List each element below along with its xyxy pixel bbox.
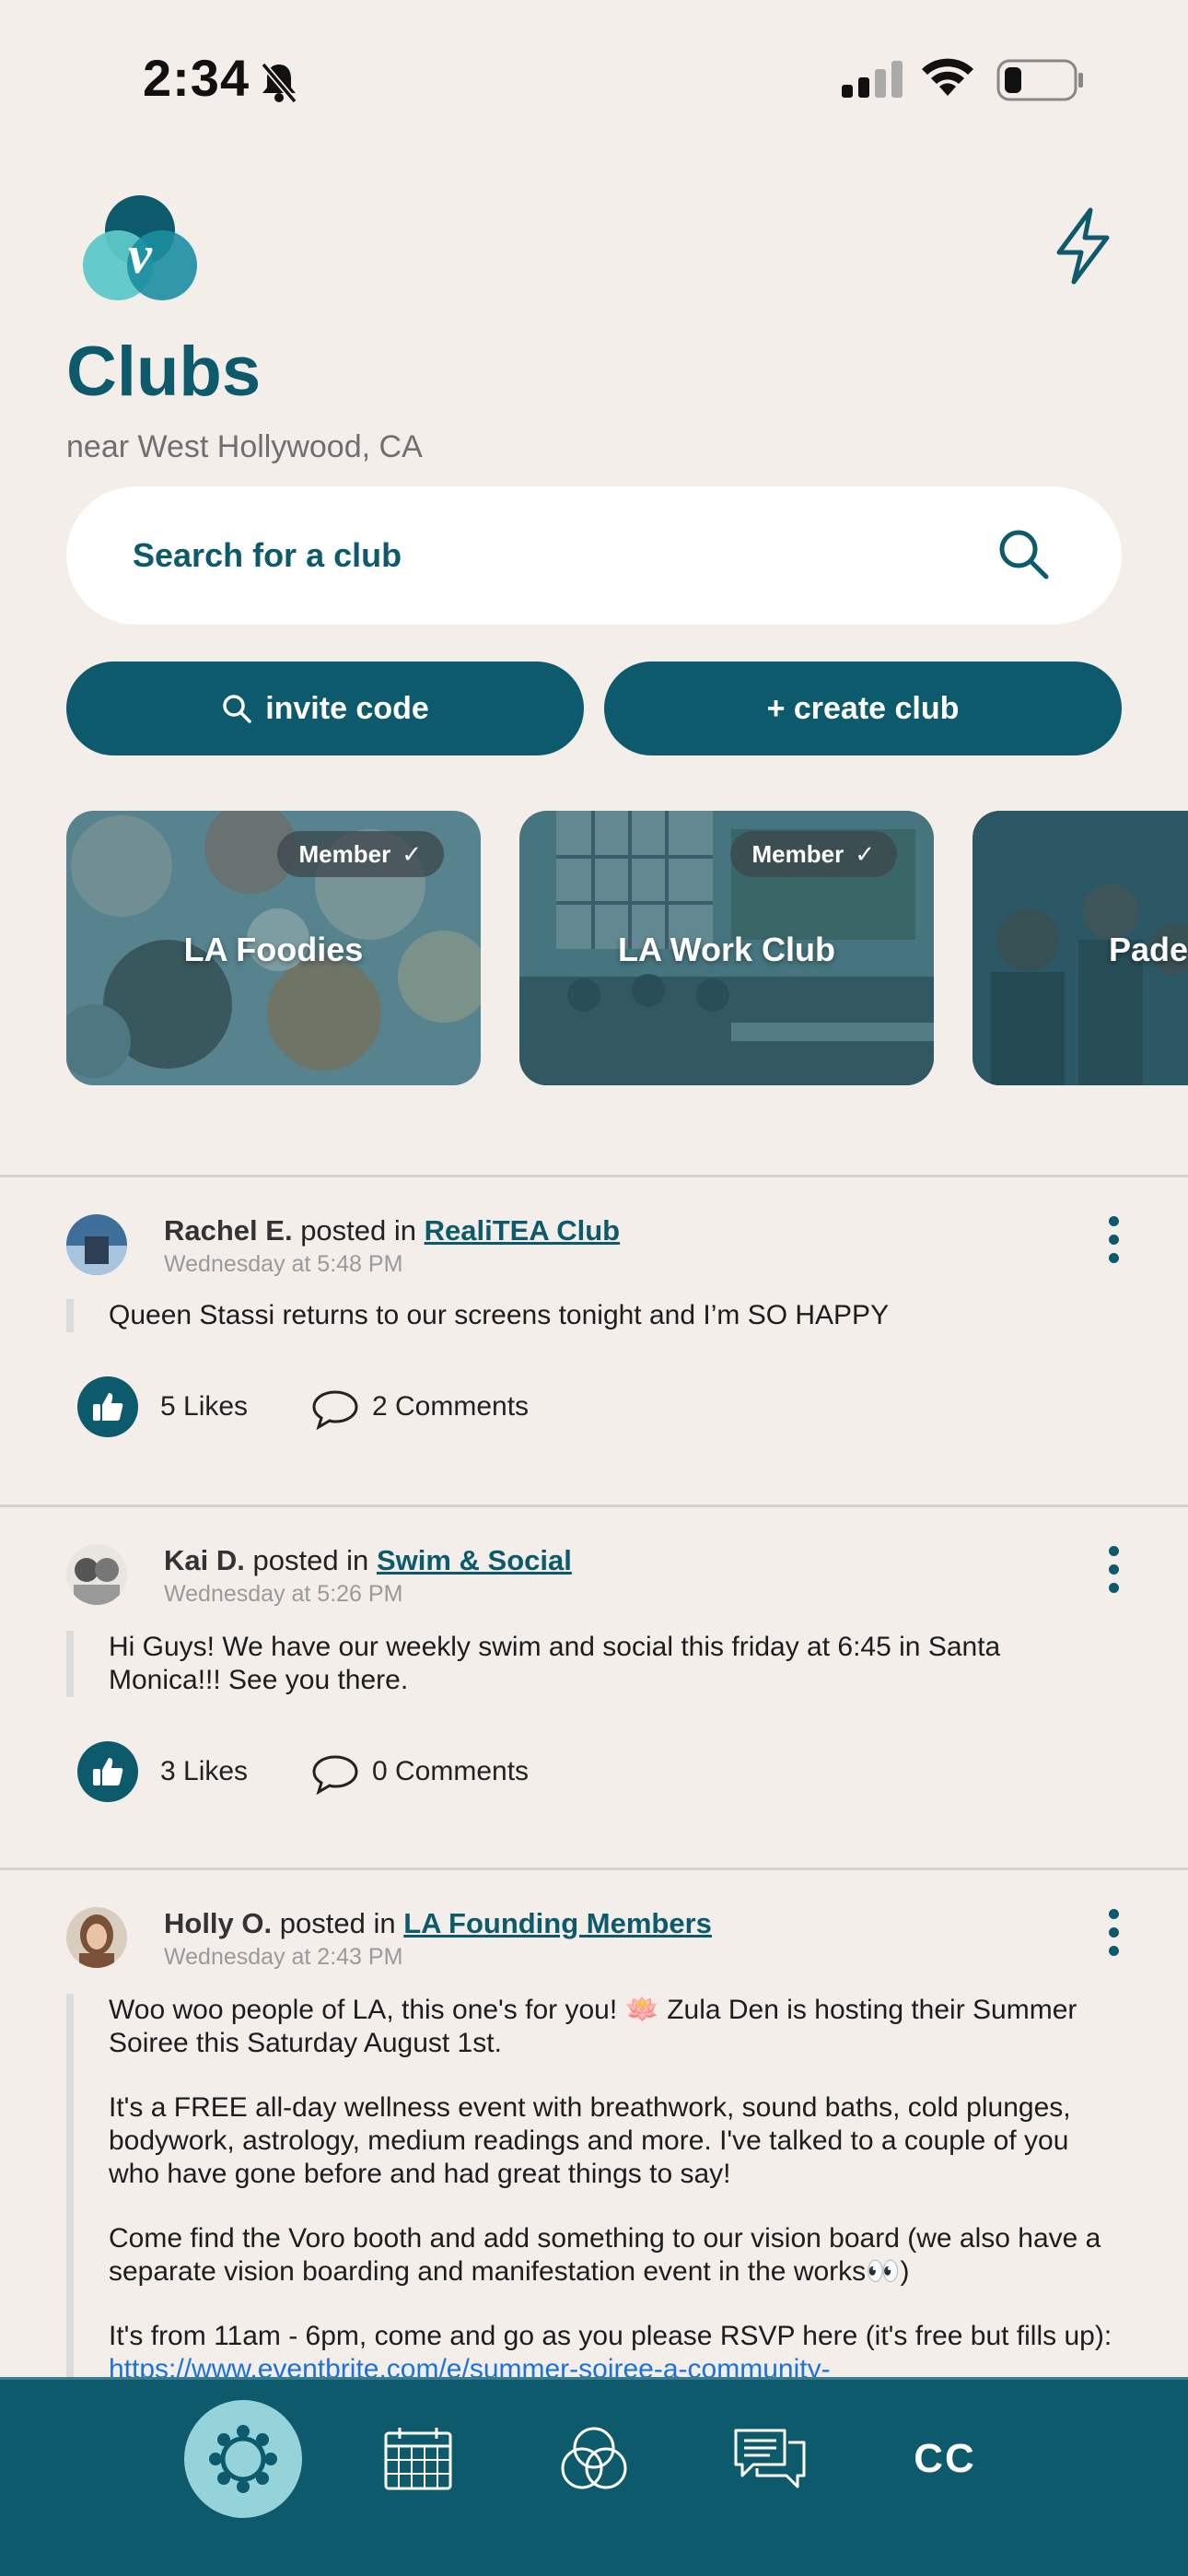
comments-count[interactable]: 0 Comments — [372, 1756, 529, 1787]
calendar-icon — [384, 2428, 452, 2490]
post-club-link[interactable]: RealiTEA Club — [425, 1214, 620, 1247]
divider — [0, 1175, 1188, 1177]
like-button[interactable] — [77, 1376, 138, 1437]
nav-calendar[interactable] — [359, 2400, 477, 2518]
page-title: Clubs — [66, 333, 262, 411]
wifi-icon — [922, 58, 973, 96]
feed-post[interactable]: Rachel E. posted in RealiTEA Club Wednes… — [0, 1214, 1188, 1491]
status-bar: 2:34 — [0, 0, 1188, 147]
avatar[interactable] — [66, 1907, 127, 1968]
nav-messages[interactable] — [711, 2400, 829, 2518]
post-body: Queen Stassi returns to our screens toni… — [66, 1299, 1125, 1332]
feed-post[interactable]: Holly O. posted in LA Founding Members W… — [0, 1907, 1188, 2377]
post-header: Holly O. posted in LA Founding Members — [164, 1907, 712, 1939]
bell-muted-icon — [261, 62, 297, 104]
likes-count[interactable]: 3 Likes — [160, 1756, 248, 1787]
svg-text:v: v — [128, 225, 153, 285]
checkmark-icon: ✓ — [402, 839, 422, 868]
avatar[interactable] — [66, 1214, 127, 1275]
thumbs-up-icon — [93, 1393, 123, 1421]
comment-icon[interactable] — [311, 1389, 359, 1430]
location-label: near West Hollywood, CA — [66, 429, 423, 464]
profile-initials: CC — [914, 2436, 976, 2481]
nav-clubs[interactable] — [184, 2400, 302, 2518]
post-author[interactable]: Kai D. — [164, 1544, 245, 1576]
club-name: LA Work Club — [618, 931, 835, 968]
event-link[interactable]: https://www.eventbrite.com/e/summer-soir… — [109, 2354, 831, 2377]
create-club-button[interactable]: + create club — [604, 662, 1122, 755]
divider — [0, 1868, 1188, 1870]
search-icon[interactable] — [996, 527, 1052, 582]
comment-icon[interactable] — [311, 1754, 359, 1795]
cellular-signal-icon — [842, 61, 903, 98]
member-badge: Member ✓ — [729, 831, 897, 877]
club-name: Pade — [1109, 931, 1188, 968]
likes-count[interactable]: 5 Likes — [160, 1391, 248, 1423]
status-time: 2:34 — [143, 49, 250, 107]
battery-icon — [996, 59, 1083, 101]
club-name: LA Foodies — [183, 931, 364, 968]
post-timestamp: Wednesday at 5:48 PM — [164, 1251, 403, 1277]
invite-code-label: invite code — [265, 690, 429, 726]
create-club-label: + create club — [766, 690, 960, 726]
checkmark-icon: ✓ — [855, 839, 875, 868]
avatar[interactable] — [66, 1544, 127, 1605]
search-input[interactable]: Search for a club — [133, 536, 402, 575]
lightning-icon[interactable] — [1050, 206, 1116, 286]
thumbs-up-icon — [93, 1758, 123, 1786]
more-options-icon[interactable] — [1109, 1909, 1120, 1964]
post-header: Rachel E. posted in RealiTEA Club — [164, 1214, 621, 1247]
post-author[interactable]: Holly O. — [164, 1907, 272, 1939]
search-bar[interactable]: Search for a club — [66, 486, 1122, 625]
nav-profile[interactable]: CC — [886, 2400, 1004, 2518]
post-club-link[interactable]: Swim & Social — [377, 1544, 572, 1576]
post-club-link[interactable]: LA Founding Members — [403, 1907, 712, 1939]
nav-circles[interactable] — [535, 2400, 653, 2518]
like-button[interactable] — [77, 1741, 138, 1802]
more-options-icon[interactable] — [1109, 1546, 1120, 1601]
member-badge: Member ✓ — [276, 831, 444, 877]
post-timestamp: Wednesday at 2:43 PM — [164, 1944, 403, 1970]
app-logo: v — [83, 195, 197, 300]
chat-bubbles-icon — [734, 2429, 806, 2488]
club-card-la-foodies[interactable]: Member ✓ LA Foodies — [66, 811, 481, 1085]
comments-count[interactable]: 2 Comments — [372, 1391, 529, 1423]
search-icon — [223, 695, 251, 723]
community-icon — [209, 2425, 277, 2493]
club-card-la-work-club[interactable]: Member ✓ LA Work Club — [519, 811, 934, 1085]
overlapping-circles-icon — [561, 2427, 627, 2489]
post-author[interactable]: Rachel E. — [164, 1214, 293, 1247]
divider — [0, 1505, 1188, 1507]
post-header: Kai D. posted in Swim & Social — [164, 1544, 572, 1576]
invite-code-button[interactable]: invite code — [66, 662, 584, 755]
post-body: Hi Guys! We have our weekly swim and soc… — [66, 1631, 1107, 1697]
bottom-nav: CC — [0, 2377, 1188, 2576]
post-body: Woo woo people of LA, this one's for you… — [66, 1994, 1125, 2377]
club-card-pade[interactable]: Pade — [973, 811, 1188, 1085]
clubs-carousel[interactable]: Member ✓ LA Foodies Member ✓ LA Work Club — [0, 811, 1188, 1087]
post-timestamp: Wednesday at 5:26 PM — [164, 1581, 403, 1607]
feed-post[interactable]: Kai D. posted in Swim & Social Wednesday… — [0, 1544, 1188, 1821]
more-options-icon[interactable] — [1109, 1216, 1120, 1271]
